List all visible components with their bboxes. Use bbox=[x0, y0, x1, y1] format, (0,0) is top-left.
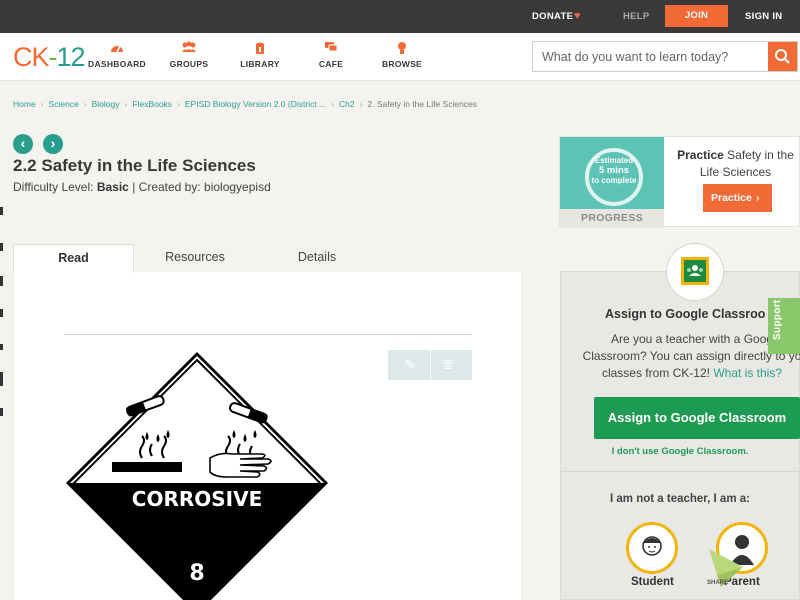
edge-marker bbox=[0, 309, 3, 317]
page-title: 2.2 Safety in the Life Sciences bbox=[13, 156, 256, 175]
sign-in-link[interactable]: SIGN IN bbox=[745, 11, 782, 22]
content-divider bbox=[64, 334, 472, 335]
edge-marker bbox=[0, 276, 3, 286]
nav-library[interactable]: LIBRARY bbox=[225, 41, 295, 69]
donate-link[interactable]: DONATE bbox=[532, 11, 573, 22]
nav-groups[interactable]: GROUPS bbox=[154, 41, 224, 69]
nav-dashboard[interactable]: DASHBOARD bbox=[82, 41, 152, 69]
search-button[interactable] bbox=[768, 42, 797, 71]
cafe-icon bbox=[296, 41, 366, 57]
practice-title: Practice Safety in the Life Sciences bbox=[677, 148, 794, 179]
edge-marker bbox=[0, 372, 3, 386]
corrosive-placard-image: CORROSIVE 8 bbox=[66, 352, 328, 600]
notes-icon[interactable]: ≣ bbox=[434, 356, 462, 374]
main-nav: CK-12 DASHBOARD GROUPS LIBRARY CAFE BROW… bbox=[0, 33, 800, 81]
share-label: SHARE bbox=[707, 580, 729, 586]
chevron-right-icon: › bbox=[177, 99, 180, 109]
top-bar: DONATE ♥ HELP JOIN SIGN IN bbox=[0, 0, 800, 33]
heart-icon: ♥ bbox=[574, 10, 581, 22]
practice-button[interactable]: Practice › bbox=[703, 184, 772, 212]
chevron-left-icon: ‹ bbox=[20, 135, 26, 151]
breadcrumb-biology[interactable]: Biology bbox=[92, 99, 120, 109]
created-by: | Created by: biologyepisd bbox=[132, 180, 271, 194]
panel-divider bbox=[560, 471, 800, 472]
edge-marker bbox=[0, 207, 3, 215]
tab-details[interactable]: Details bbox=[256, 244, 378, 273]
not-teacher-label: I am not a teacher, I am a: bbox=[610, 493, 750, 505]
estimated-time: Estimated 5 mins to complete bbox=[591, 156, 637, 185]
chevron-right-icon: › bbox=[359, 99, 363, 109]
search-bar bbox=[532, 41, 798, 72]
chevron-right-icon: › bbox=[50, 135, 56, 151]
placard-label: CORROSIVE bbox=[132, 487, 262, 511]
tab-resources[interactable]: Resources bbox=[134, 244, 256, 273]
tab-read[interactable]: Read bbox=[13, 244, 134, 273]
support-tab[interactable]: Support bbox=[768, 298, 800, 354]
breadcrumb-chapter[interactable]: Ch2 bbox=[339, 99, 355, 109]
edge-marker bbox=[0, 344, 3, 350]
edge-marker bbox=[0, 408, 3, 416]
assign-google-classroom-button[interactable]: Assign to Google Classroom bbox=[594, 397, 800, 439]
groups-icon bbox=[154, 41, 224, 57]
practice-card: Estimated 5 mins to complete PROGRESS Pr… bbox=[559, 136, 800, 228]
library-icon bbox=[225, 41, 295, 57]
dashboard-icon bbox=[82, 41, 152, 57]
google-classroom-icon bbox=[681, 257, 709, 285]
difficulty-value: Basic bbox=[96, 180, 129, 194]
practice-thumbnail[interactable]: Estimated 5 mins to complete PROGRESS bbox=[560, 137, 664, 228]
chevron-right-icon: › bbox=[83, 99, 87, 109]
nav-browse[interactable]: BROWSE bbox=[367, 41, 437, 69]
nav-cafe[interactable]: CAFE bbox=[296, 41, 366, 69]
ck12-logo[interactable]: CK-12 bbox=[13, 42, 86, 73]
progress-badge: PROGRESS bbox=[560, 209, 664, 228]
search-icon bbox=[775, 49, 790, 64]
student-role-button[interactable] bbox=[626, 522, 678, 574]
student-label: Student bbox=[631, 576, 674, 588]
assign-description: Are you a teacher with a Goog Classroom?… bbox=[582, 332, 800, 380]
placard-class-number: 8 bbox=[189, 561, 204, 586]
chevron-right-icon: › bbox=[756, 192, 760, 204]
browse-icon bbox=[367, 41, 437, 57]
help-link[interactable]: HELP bbox=[623, 11, 650, 22]
annotation-tools: ✎ ≣ bbox=[388, 350, 472, 380]
content-tabs: Read Resources Details bbox=[13, 244, 522, 273]
breadcrumb-home[interactable]: Home bbox=[13, 99, 36, 109]
join-button[interactable]: JOIN bbox=[665, 5, 728, 27]
breadcrumb: Home › Science › Biology › FlexBooks › EPISD Bio… bbox=[13, 99, 477, 109]
breadcrumb-current: 2. Safety in the Life Sciences bbox=[367, 99, 478, 109]
breadcrumb-science[interactable]: Science bbox=[49, 99, 79, 109]
next-arrow-button[interactable]: › bbox=[43, 134, 63, 154]
chevron-right-icon: › bbox=[124, 99, 128, 109]
breadcrumb-flexbooks[interactable]: FlexBooks bbox=[132, 99, 172, 109]
search-input[interactable] bbox=[533, 42, 768, 71]
edge-marker bbox=[0, 243, 3, 251]
read-content: ✎ ≣ CORROSIVE 8 bbox=[13, 272, 522, 600]
chevron-right-icon: › bbox=[331, 99, 334, 109]
no-google-classroom-link[interactable]: I don't use Google Classroom. bbox=[560, 446, 800, 457]
chevron-right-icon: › bbox=[40, 99, 44, 109]
assign-title: Assign to Google Classroo bbox=[605, 307, 766, 321]
breadcrumb-book[interactable]: EPISD Biology Version 2.0 (District ... bbox=[185, 99, 326, 109]
previous-arrow-button[interactable]: ‹ bbox=[13, 134, 33, 154]
pencil-icon[interactable]: ✎ bbox=[396, 356, 424, 374]
what-is-this-link[interactable]: What is this? bbox=[713, 366, 782, 380]
article-meta: Difficulty Level: Basic | Created by: bi… bbox=[13, 180, 271, 194]
student-icon bbox=[642, 536, 662, 556]
